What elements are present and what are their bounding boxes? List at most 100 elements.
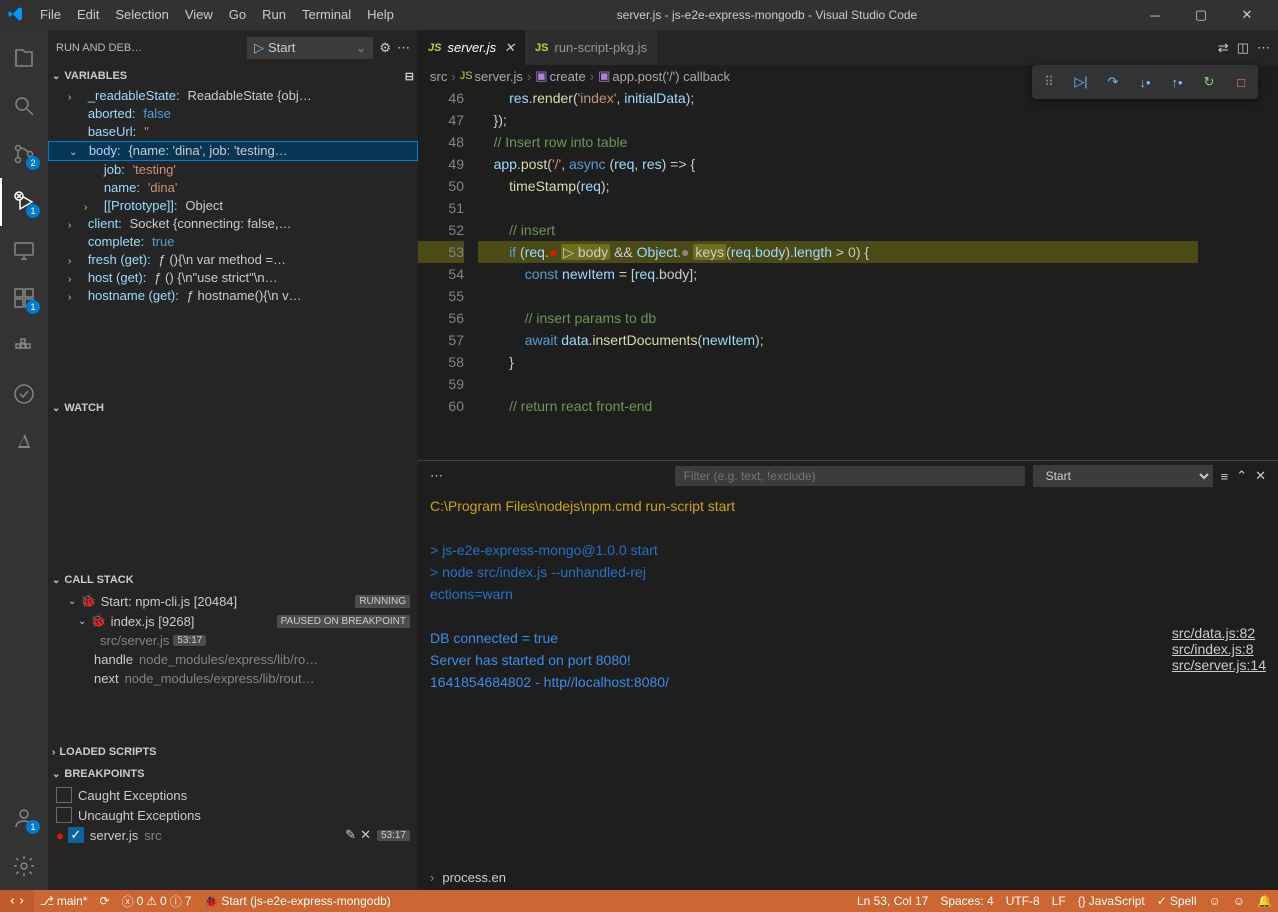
checkbox[interactable]: ✓ bbox=[68, 827, 84, 843]
search-tab[interactable] bbox=[0, 82, 48, 130]
menu-go[interactable]: Go bbox=[221, 0, 254, 30]
collapse-icon[interactable]: ⌃ bbox=[1236, 468, 1247, 484]
edit-icon[interactable]: ✎ bbox=[345, 827, 356, 843]
menu-view[interactable]: View bbox=[177, 0, 221, 30]
console-filter-input[interactable] bbox=[675, 466, 1025, 486]
variable-row[interactable]: › _readableState: ReadableState {obj… bbox=[48, 87, 418, 105]
stack-frame[interactable]: src/server.js53:17 bbox=[48, 631, 418, 650]
breakpoint-file-row[interactable]: ● ✓ server.js src ✎ ✕ 53:17 bbox=[48, 825, 418, 845]
close-icon[interactable]: ✕ bbox=[360, 827, 371, 843]
checkbox[interactable] bbox=[56, 787, 72, 803]
watch-section-header[interactable]: ⌄ WATCH bbox=[48, 397, 418, 419]
sync-item[interactable]: ⟳ bbox=[94, 890, 116, 912]
variable-row[interactable]: baseUrl: '' bbox=[48, 123, 418, 141]
variable-row[interactable]: › hostname (get): ƒ hostname(){\n v… bbox=[48, 287, 418, 305]
azure-tab[interactable] bbox=[0, 418, 48, 466]
cursor-position[interactable]: Ln 53, Col 17 bbox=[851, 890, 934, 912]
tab-runscript[interactable]: JS run-script-pkg.js bbox=[525, 30, 657, 65]
source-link[interactable]: src/server.js:14 bbox=[1172, 657, 1266, 673]
indentation[interactable]: Spaces: 4 bbox=[934, 890, 999, 912]
stop-button[interactable]: □ bbox=[1228, 69, 1254, 95]
continue-button[interactable]: ▷| bbox=[1068, 69, 1094, 95]
variable-row[interactable]: › [[Prototype]]: Object bbox=[48, 197, 418, 215]
more-icon[interactable]: ⋯ bbox=[1257, 40, 1270, 56]
minimap[interactable] bbox=[1198, 87, 1278, 460]
launch-config-item[interactable]: 🐞Start (js-e2e-express-mongodb) bbox=[197, 890, 396, 912]
copilot-icon[interactable]: ☺ bbox=[1203, 890, 1227, 912]
stack-frame[interactable]: handlenode_modules/express/lib/ro… bbox=[48, 650, 418, 669]
settings-tab[interactable] bbox=[0, 842, 48, 890]
stack-frame[interactable]: nextnode_modules/express/lib/rout… bbox=[48, 669, 418, 688]
minimize-button[interactable]: ─ bbox=[1132, 0, 1178, 30]
restart-button[interactable]: ↻ bbox=[1196, 69, 1222, 95]
variable-row[interactable]: › host (get): ƒ () {\n"use strict"\n… bbox=[48, 269, 418, 287]
collapse-all-icon[interactable]: ⊟ bbox=[405, 70, 414, 83]
encoding[interactable]: UTF-8 bbox=[1000, 890, 1046, 912]
step-over-button[interactable]: ↷ bbox=[1100, 69, 1126, 95]
language-mode[interactable]: {}JavaScript bbox=[1072, 890, 1151, 912]
scm-tab[interactable]: 2 bbox=[0, 130, 48, 178]
source-link[interactable]: src/data.js:82 bbox=[1172, 625, 1266, 641]
sidebar-title: RUN AND DEB… bbox=[56, 42, 142, 54]
checkbox[interactable] bbox=[56, 807, 72, 823]
remote-indicator[interactable] bbox=[0, 890, 34, 912]
bell-icon[interactable]: 🔔 bbox=[1251, 890, 1278, 912]
variable-row[interactable]: name: 'dina' bbox=[48, 179, 418, 197]
editor-area: JS server.js ✕ JS run-script-pkg.js ⇄ ◫ … bbox=[418, 30, 1278, 890]
console-output: C:\Program Files\nodejs\npm.cmd run-scri… bbox=[418, 491, 1278, 864]
variable-row[interactable]: complete: true bbox=[48, 233, 418, 251]
thread-row[interactable]: ⌄ 🐞 Start: npm-cli.js [20484] RUNNING bbox=[48, 591, 418, 611]
variables-section-header[interactable]: ⌄ VARIABLES ⊟ bbox=[48, 65, 418, 87]
gear-icon[interactable]: ⚙ bbox=[379, 40, 391, 56]
menu-terminal[interactable]: Terminal bbox=[294, 0, 359, 30]
code-editor[interactable]: 464748495051525354555657585960 res.rende… bbox=[418, 87, 1278, 460]
extensions-tab[interactable]: 1 bbox=[0, 274, 48, 322]
todo-tab[interactable] bbox=[0, 370, 48, 418]
more-icon[interactable]: ⋯ bbox=[430, 468, 443, 484]
step-into-button[interactable]: ↓• bbox=[1132, 69, 1158, 95]
more-icon[interactable]: ⋯ bbox=[397, 40, 410, 56]
variable-row[interactable]: ⌄ body: {name: 'dina', job: 'testing… bbox=[48, 141, 418, 161]
branch-item[interactable]: ⎇main* bbox=[34, 890, 94, 912]
variable-row[interactable]: job: 'testing' bbox=[48, 161, 418, 179]
source-link[interactable]: src/index.js:8 bbox=[1172, 641, 1266, 657]
maximize-button[interactable]: ▢ bbox=[1178, 0, 1224, 30]
docker-tab[interactable] bbox=[0, 322, 48, 370]
play-icon: ▷ bbox=[254, 40, 264, 56]
variable-row[interactable]: › client: Socket {connecting: false,… bbox=[48, 215, 418, 233]
variable-row[interactable]: aborted: false bbox=[48, 105, 418, 123]
close-window-button[interactable]: ✕ bbox=[1224, 0, 1270, 30]
debug-tab[interactable]: 1 bbox=[0, 178, 48, 226]
callstack-section-header[interactable]: ⌄ CALL STACK bbox=[48, 569, 418, 591]
console-session-select[interactable]: Start bbox=[1033, 465, 1213, 487]
clear-icon[interactable]: ≡ bbox=[1221, 469, 1229, 484]
breakpoints-header[interactable]: ⌄ BREAKPOINTS bbox=[48, 763, 418, 785]
problems-item[interactable]: ⓧ0 ⚠0 ⓘ7 bbox=[116, 890, 198, 912]
uncaught-exceptions-row[interactable]: Uncaught Exceptions bbox=[48, 805, 418, 825]
variable-row[interactable]: › fresh (get): ƒ (){\n var method =… bbox=[48, 251, 418, 269]
menu-edit[interactable]: Edit bbox=[69, 0, 107, 30]
menu-selection[interactable]: Selection bbox=[107, 0, 176, 30]
menu-run[interactable]: Run bbox=[254, 0, 294, 30]
accounts-tab[interactable]: 1 bbox=[0, 794, 48, 842]
feedback-icon[interactable]: ☺ bbox=[1227, 890, 1251, 912]
menu-help[interactable]: Help bbox=[359, 0, 402, 30]
tab-serverjs[interactable]: JS server.js ✕ bbox=[418, 30, 525, 65]
thread-row[interactable]: ⌄ 🐞 index.js [9268] PAUSED ON BREAKPOINT bbox=[48, 611, 418, 631]
loaded-scripts-header[interactable]: › LOADED SCRIPTS bbox=[48, 741, 418, 763]
debug-toolbar[interactable]: ⠿ ▷| ↷ ↓• ↑• ↻ □ bbox=[1032, 65, 1258, 99]
remote-explorer-tab[interactable] bbox=[0, 226, 48, 274]
drag-handle-icon[interactable]: ⠿ bbox=[1036, 69, 1062, 95]
start-debug-button[interactable]: ▷ Start ⌄ bbox=[247, 37, 373, 59]
spell-check[interactable]: ✓Spell bbox=[1151, 890, 1203, 912]
step-out-button[interactable]: ↑• bbox=[1164, 69, 1190, 95]
close-icon[interactable]: ✕ bbox=[504, 40, 515, 56]
compare-icon[interactable]: ⇄ bbox=[1218, 40, 1229, 56]
explorer-tab[interactable] bbox=[0, 34, 48, 82]
split-editor-icon[interactable]: ◫ bbox=[1237, 40, 1249, 56]
repl-input[interactable]: › process.en bbox=[418, 864, 1278, 890]
caught-exceptions-row[interactable]: Caught Exceptions bbox=[48, 785, 418, 805]
eol[interactable]: LF bbox=[1046, 890, 1072, 912]
menu-file[interactable]: File bbox=[32, 0, 69, 30]
close-panel-icon[interactable]: ✕ bbox=[1255, 468, 1266, 484]
